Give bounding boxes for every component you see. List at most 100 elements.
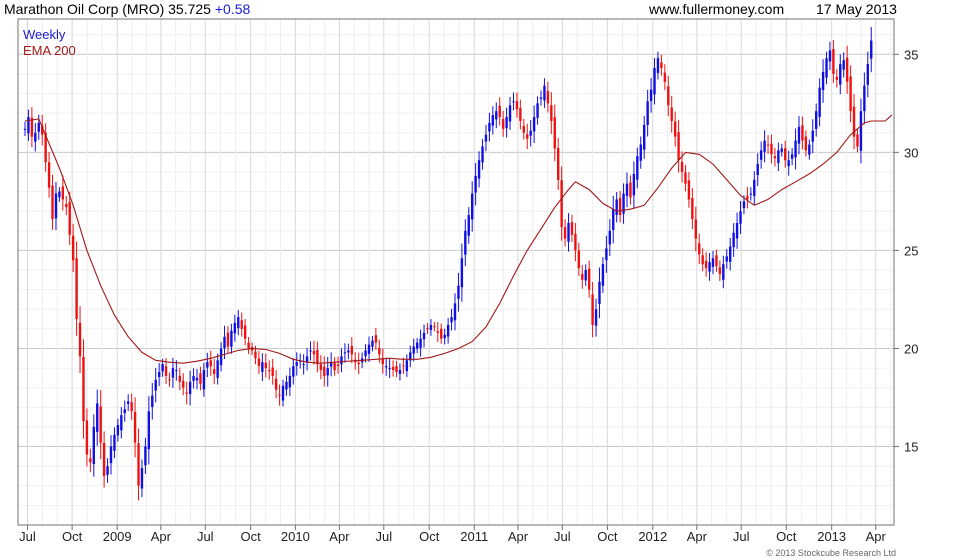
candle-body: [632, 173, 636, 196]
candle-body: [285, 381, 288, 390]
x-tick-label: Oct: [419, 529, 440, 544]
chart-title: Marathon Oil Corp (MRO) 35.725 +0.58: [4, 1, 250, 17]
candle-body: [223, 336, 226, 349]
candle-body: [292, 366, 295, 377]
title-text: Marathon Oil Corp (MRO) 35.725: [4, 1, 211, 17]
candle-body: [825, 58, 828, 78]
candle-body: [34, 132, 37, 142]
candle-body: [729, 246, 732, 262]
x-tick-label: Jul: [197, 529, 214, 544]
candle-body: [171, 368, 175, 378]
candle-body: [691, 198, 694, 220]
candle-body: [742, 201, 746, 209]
candle-body: [268, 370, 271, 372]
candle-body: [209, 360, 212, 367]
candle-body: [577, 250, 581, 269]
candle-body: [539, 97, 543, 99]
candle-body: [612, 209, 615, 230]
candle-body: [667, 86, 670, 106]
candle-body: [491, 115, 495, 126]
candle-body: [347, 350, 350, 353]
candle-body: [866, 64, 869, 85]
candle-body: [398, 370, 402, 374]
candle-body: [529, 130, 532, 136]
candle-body: [106, 466, 109, 475]
candle-body: [130, 402, 133, 412]
candle-body: [175, 370, 178, 372]
candle-body: [636, 156, 639, 180]
candle-body: [594, 309, 598, 326]
candle-body: [784, 148, 787, 161]
candle-body: [773, 156, 777, 159]
candle-body: [457, 285, 460, 299]
candle-body: [71, 235, 75, 261]
candle-body: [656, 58, 660, 73]
candle-body: [213, 369, 216, 374]
candle-body: [832, 49, 835, 74]
candle-body: [870, 40, 873, 59]
x-tick-label: 2013: [817, 529, 846, 544]
x-tick-label: Apr: [329, 529, 350, 544]
candle-body: [161, 364, 164, 372]
candle-body: [309, 350, 312, 352]
candle-body: [271, 367, 274, 376]
x-tick-label: Oct: [776, 529, 797, 544]
candle-body: [316, 349, 319, 365]
candle-body: [488, 122, 491, 132]
candle-body: [65, 203, 68, 208]
candle-body: [474, 175, 477, 193]
candle-body: [422, 332, 426, 340]
y-tick-label: 35: [904, 47, 918, 62]
candle-body: [374, 335, 378, 343]
candle-body: [402, 365, 405, 367]
candle-body: [450, 317, 453, 323]
candle-body: [426, 328, 429, 330]
candle-body: [195, 377, 199, 381]
x-tick-label: Jul: [19, 529, 36, 544]
candle-body: [732, 232, 735, 248]
candle-body: [787, 160, 790, 167]
candle-body: [147, 411, 151, 450]
candle-body: [433, 326, 436, 328]
candle-body: [92, 426, 95, 464]
candle-body: [508, 105, 512, 122]
candle-body: [202, 370, 206, 390]
candle-body: [811, 130, 814, 142]
candle-body: [230, 330, 233, 347]
x-tick-label: Oct: [62, 529, 83, 544]
candle-body: [23, 128, 27, 130]
candle-body: [336, 364, 340, 367]
candle-body: [629, 182, 632, 198]
candle-body: [708, 262, 711, 272]
candle-body: [350, 345, 353, 355]
x-tick-label: Oct: [597, 529, 618, 544]
x-tick-label: Apr: [508, 529, 529, 544]
candle-body: [385, 366, 388, 368]
candle-body: [845, 57, 849, 82]
candle-body: [54, 193, 58, 219]
candle-body: [405, 360, 409, 372]
candle-body: [477, 160, 481, 179]
candle-body: [281, 385, 285, 401]
candle-body: [839, 64, 842, 85]
candle-body: [639, 144, 642, 161]
candle-body: [226, 332, 230, 347]
x-tick-label: 2011: [460, 529, 488, 544]
candle-body: [51, 185, 54, 220]
candle-body: [574, 233, 577, 251]
candle-body: [460, 258, 464, 288]
site-link[interactable]: www.fullermoney.com: [649, 1, 784, 17]
candle-body: [680, 161, 684, 172]
candle-body: [157, 372, 161, 377]
candle-body: [777, 150, 780, 164]
candle-body: [646, 101, 649, 125]
x-tick-label: Jul: [375, 529, 392, 544]
candle-body: [501, 119, 505, 129]
candle-body: [247, 342, 250, 349]
candle-body: [188, 381, 192, 395]
candle-body: [704, 260, 708, 269]
candle-body: [388, 368, 391, 370]
candle-body: [58, 191, 61, 198]
candle-body: [804, 136, 808, 151]
candle-body: [261, 362, 264, 372]
